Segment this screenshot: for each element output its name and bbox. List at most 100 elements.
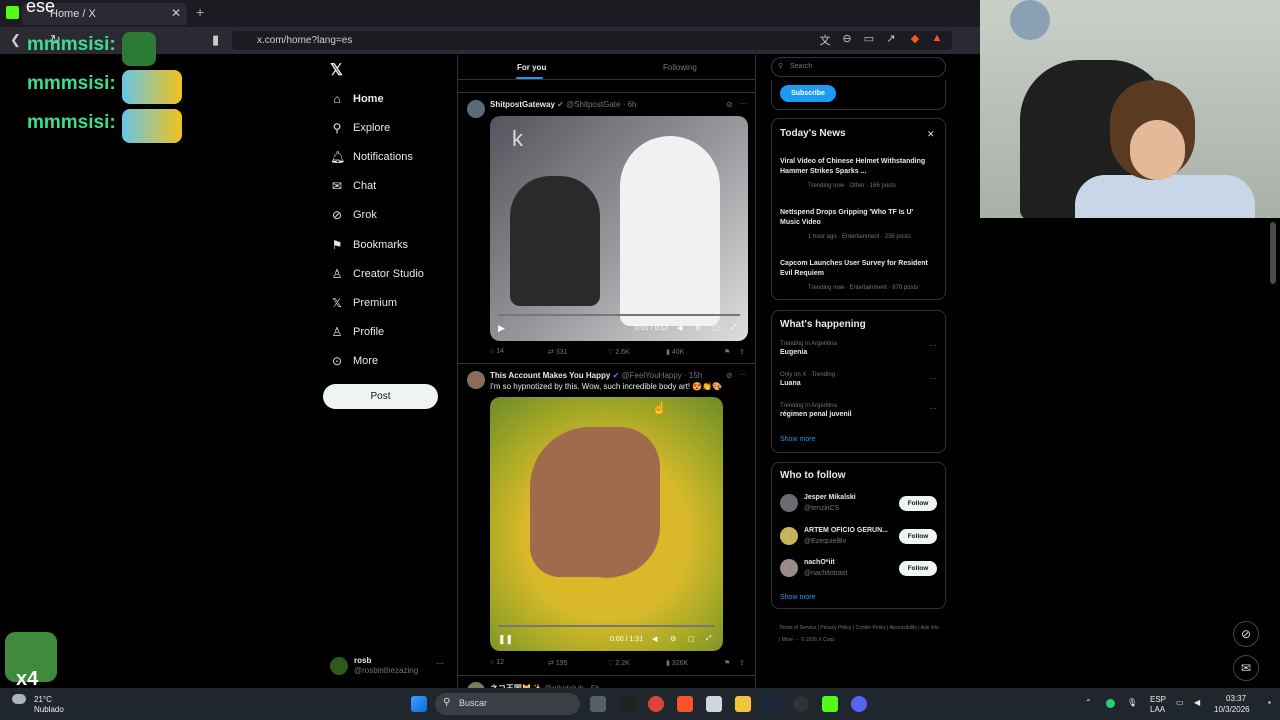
trend-item[interactable]: Trending in Argentina régimen penal juven… — [780, 403, 852, 418]
nav-grok[interactable]: ⊘ Grok — [330, 208, 377, 222]
views-button[interactable]: ▮ 40K — [666, 348, 684, 356]
nav-home[interactable]: ⌂ Home — [330, 92, 383, 106]
bookmark-page-icon[interactable]: ▮ — [212, 32, 219, 48]
close-icon[interactable]: ✕ — [927, 129, 935, 140]
volume-icon[interactable]: ◀︎ — [677, 324, 682, 332]
more-dots-icon[interactable]: ··· — [929, 404, 937, 413]
steam-icon[interactable] — [764, 696, 780, 712]
fullscreen-icon[interactable]: ⤢ — [731, 324, 737, 332]
back-button[interactable]: ❮ — [10, 32, 21, 48]
grok-icon[interactable]: ⊘ — [1233, 621, 1259, 647]
discord-icon[interactable] — [851, 696, 867, 712]
nav-profile[interactable]: ♙ Profile — [330, 325, 385, 339]
app-icon[interactable] — [793, 696, 809, 712]
share-icon[interactable]: ⇪ — [739, 348, 745, 356]
repost-button[interactable]: ⇄ 195 — [548, 659, 568, 667]
footer-links[interactable]: Terms of Service | Privacy Policy | Cook… — [779, 622, 939, 646]
task-view-icon[interactable] — [590, 696, 606, 712]
trend-item[interactable]: Only on X · Trending Luana — [780, 372, 835, 387]
follow-button[interactable]: Follow — [899, 496, 937, 511]
more-dots-icon[interactable]: ··· — [739, 99, 747, 108]
x-logo-icon[interactable]: 𝕏 — [330, 60, 343, 80]
settings-icon[interactable]: ⚙ — [670, 635, 676, 643]
nav-explore[interactable]: ⚲ Explore — [330, 121, 391, 135]
taskbar-search[interactable]: ⚲ Buscar — [435, 693, 580, 715]
reply-button[interactable]: ○ 12 — [490, 659, 504, 666]
tweet-video[interactable]: k ▶ 0:01 / 0:12 ◀︎ ⚙ ▢ ⤢ — [490, 116, 748, 341]
search-input[interactable]: ⚲ Search — [771, 57, 946, 77]
news-item[interactable]: Viral Video of Chinese Helmet Withstandi… — [780, 157, 930, 191]
kick-icon[interactable] — [822, 696, 838, 712]
zoom-icon[interactable]: ⊖ — [840, 32, 854, 46]
lang-secondary[interactable]: LAA — [1150, 705, 1165, 714]
store-icon[interactable] — [706, 696, 722, 712]
new-tab-button[interactable]: + — [196, 4, 204, 20]
messages-icon[interactable]: ✉ — [1233, 655, 1259, 681]
bookmark-icon[interactable]: ⚑ — [724, 659, 730, 667]
mic-icon[interactable]: 🎙︎ — [1127, 698, 1137, 707]
translate-icon[interactable]: 文 — [818, 32, 832, 47]
news-item[interactable]: Capcom Launches User Survey for Resident… — [780, 259, 930, 293]
fullscreen-icon[interactable]: ⤢ — [706, 635, 712, 643]
nav-premium[interactable]: 𝕏 Premium — [330, 296, 397, 310]
brave-icon[interactable] — [677, 696, 693, 712]
more-dots-icon[interactable]: ··· — [929, 374, 937, 383]
network-icon[interactable]: ▭ — [1176, 698, 1184, 707]
tab-for-you[interactable]: For you — [517, 63, 546, 72]
settings-icon[interactable]: ⚙ — [695, 324, 701, 332]
avatar[interactable] — [467, 100, 485, 118]
follow-button[interactable]: Follow — [899, 561, 937, 576]
nav-chat[interactable]: ✉ Chat — [330, 179, 376, 193]
follow-button[interactable]: Follow — [899, 529, 937, 544]
brave-shield-icon[interactable]: ◆ — [908, 32, 922, 46]
chevron-up-icon[interactable]: ⌃ — [1085, 698, 1092, 707]
windows-start-icon[interactable] — [411, 696, 427, 712]
more-dots-icon[interactable]: ··· — [436, 659, 444, 668]
nav-more[interactable]: ⊙ More — [330, 354, 378, 368]
page-scrollbar[interactable] — [1270, 222, 1276, 284]
grok-icon[interactable]: ⊘ — [726, 371, 733, 380]
close-tab-icon[interactable]: ✕ — [171, 6, 181, 20]
avatar[interactable] — [467, 371, 485, 389]
subscribe-button[interactable]: Subscribe — [780, 85, 836, 102]
share-icon[interactable]: ↗ — [884, 32, 898, 46]
nav-notifications[interactable]: 🔔︎ Notifications — [330, 150, 413, 164]
pip-icon[interactable]: ▢ — [688, 635, 695, 643]
notification-icon[interactable]: ▪ — [1268, 698, 1271, 707]
more-dots-icon[interactable]: ··· — [929, 341, 937, 350]
nav-bookmarks[interactable]: ⚑ Bookmarks — [330, 238, 408, 252]
post-button[interactable]: Post — [323, 384, 438, 409]
show-more-link[interactable]: Show more — [780, 436, 815, 443]
epic-games-icon[interactable] — [619, 696, 635, 712]
news-item[interactable]: Nettspend Drops Gripping 'Who TF Is U' M… — [780, 208, 930, 242]
volume-icon[interactable]: ◀︎ — [652, 635, 657, 643]
repost-button[interactable]: ⇄ 331 — [548, 348, 568, 356]
tweet-handle[interactable]: @ShitpostGate — [566, 100, 620, 109]
like-button[interactable]: ♡ 2.2K — [607, 659, 630, 667]
tweet-author[interactable]: This Account Makes You Happy — [490, 371, 610, 380]
more-dots-icon[interactable]: ··· — [739, 370, 747, 379]
show-more-link[interactable]: Show more — [780, 594, 815, 601]
volume-icon[interactable]: ◀︎ — [1194, 698, 1200, 707]
reply-button[interactable]: ○ 14 — [490, 348, 504, 355]
like-button[interactable]: ♡ 2.6K — [607, 348, 630, 356]
tweet-author[interactable]: ShitpostGateway — [490, 100, 555, 109]
views-button[interactable]: ▮ 326K — [666, 659, 688, 667]
pip-icon[interactable]: ▢ — [713, 324, 720, 332]
chrome-icon[interactable] — [648, 696, 664, 712]
tweet-video[interactable]: ❚❚ 0:00 / 1:31 ◀︎ ⚙ ▢ ⤢ — [490, 397, 723, 651]
brave-rewards-icon[interactable]: ▲ — [930, 32, 944, 46]
folder-icon[interactable] — [735, 696, 751, 712]
video-progress-bar[interactable] — [498, 625, 715, 627]
play-icon[interactable]: ▶ — [498, 323, 505, 334]
lang-primary[interactable]: ESP — [1150, 695, 1166, 704]
clock-time[interactable]: 03:37 — [1226, 694, 1246, 703]
grok-icon[interactable]: ⊘ — [726, 100, 733, 109]
clock-date[interactable]: 10/3/2026 — [1214, 705, 1250, 714]
pause-icon[interactable]: ❚❚ — [498, 634, 513, 645]
bookmark-icon[interactable]: ⚑ — [724, 348, 730, 356]
nav-creator-studio[interactable]: ♙ Creator Studio — [330, 267, 424, 281]
share-icon[interactable]: ⇪ — [739, 659, 745, 667]
trend-item[interactable]: Trending in Argentina Eugenia — [780, 341, 837, 356]
tab-following[interactable]: Following — [663, 63, 697, 72]
